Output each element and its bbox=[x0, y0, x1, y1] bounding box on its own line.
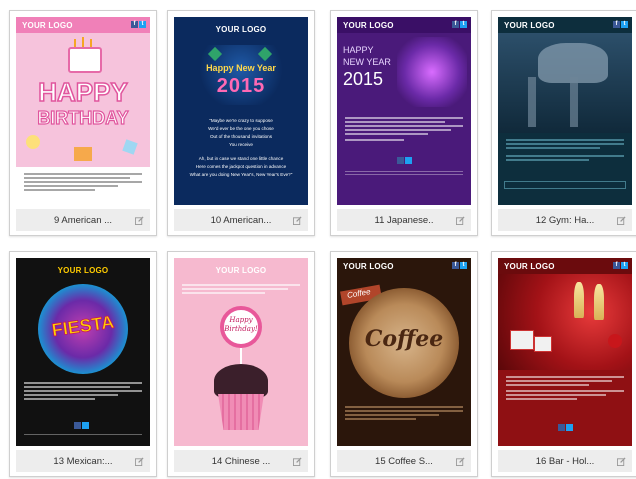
art-subtitle: 2015 bbox=[216, 75, 266, 97]
template-caption: 16 Bar - Hol... bbox=[498, 450, 632, 472]
logo-text: YOUR LOGO bbox=[22, 21, 73, 30]
poem-line: Here comes the jackpot question in advan… bbox=[195, 164, 287, 169]
twitter-icon: t bbox=[460, 262, 467, 269]
social-icons: ft bbox=[452, 21, 467, 28]
twitter-icon: t bbox=[621, 21, 628, 28]
template-card[interactable]: YOUR LOGO ft 12 Gym: Ha... bbox=[491, 10, 636, 236]
logo-text: YOUR LOGO bbox=[504, 262, 555, 271]
poem-line: "Maybe we're crazy to suppose bbox=[209, 118, 273, 123]
social-icons: ft bbox=[613, 262, 628, 269]
social-icons: ft bbox=[131, 21, 146, 28]
poem-line: You receive bbox=[229, 142, 253, 147]
twitter-icon: t bbox=[460, 21, 467, 28]
holiday-image bbox=[498, 274, 632, 370]
template-caption: 14 Chinese ... bbox=[174, 450, 308, 472]
logo-text: YOUR LOGO bbox=[215, 25, 267, 34]
art-title: NEW YEAR bbox=[343, 57, 391, 67]
edit-icon[interactable] bbox=[617, 216, 626, 225]
template-caption: 13 Mexican:... bbox=[16, 450, 150, 472]
poem-line: We'd ever be the one you chose bbox=[208, 126, 274, 131]
template-thumbnail[interactable]: YOUR LOGO FIESTA bbox=[16, 258, 150, 446]
twitter-icon: t bbox=[139, 21, 146, 28]
template-thumbnail[interactable]: YOUR LOGO ft HAPPY BIRTHDAY bbox=[16, 17, 150, 205]
template-caption: 9 American ... bbox=[16, 209, 150, 231]
template-card[interactable]: YOUR LOGO ft HAPPY NEW YEAR 2015 11 Japa… bbox=[330, 10, 478, 236]
facebook-icon: f bbox=[613, 262, 620, 269]
template-caption: 10 American... bbox=[174, 209, 308, 231]
facebook-icon: f bbox=[613, 21, 620, 28]
art-subtitle: Birthday! bbox=[224, 325, 258, 333]
template-caption: 11 Japanese.. bbox=[337, 209, 471, 231]
poem-line: What are you doing New Year's, New Year'… bbox=[189, 172, 293, 177]
art-title: Coffee bbox=[364, 326, 444, 352]
template-caption: 15 Coffee S... bbox=[337, 450, 471, 472]
template-thumbnail[interactable]: YOUR LOGO Happy Birthday! bbox=[174, 258, 308, 446]
poem-line: Ah, but in case we stand one little chan… bbox=[198, 156, 284, 161]
template-caption: 12 Gym: Ha... bbox=[498, 209, 632, 231]
edit-icon[interactable] bbox=[293, 457, 302, 466]
art-subtitle: BIRTHDAY bbox=[37, 108, 130, 128]
edit-icon[interactable] bbox=[456, 216, 465, 225]
facebook-icon: f bbox=[131, 21, 138, 28]
edit-icon[interactable] bbox=[135, 216, 144, 225]
edit-icon[interactable] bbox=[293, 216, 302, 225]
template-card[interactable]: YOUR LOGO Happy New Year 2015 "Maybe we'… bbox=[167, 10, 315, 236]
twitter-icon: t bbox=[621, 262, 628, 269]
art-title: HAPPY bbox=[37, 77, 128, 107]
template-thumbnail[interactable]: YOUR LOGO ft Coffee Coffee bbox=[337, 258, 471, 446]
edit-icon[interactable] bbox=[135, 457, 144, 466]
facebook-icon: f bbox=[452, 21, 459, 28]
template-thumbnail[interactable]: YOUR LOGO Happy New Year 2015 "Maybe we'… bbox=[174, 17, 308, 205]
cupcake-icon bbox=[214, 364, 268, 398]
logo-text: YOUR LOGO bbox=[57, 266, 109, 275]
template-card[interactable]: YOUR LOGO ft Coffee Coffee 15 Coffee S..… bbox=[330, 251, 478, 477]
template-card[interactable]: YOUR LOGO FIESTA 13 Mexican:... bbox=[9, 251, 157, 477]
logo-text: YOUR LOGO bbox=[215, 266, 267, 275]
logo-text: YOUR LOGO bbox=[343, 21, 394, 30]
art-title: Happy bbox=[229, 316, 253, 324]
template-thumbnail[interactable]: YOUR LOGO ft bbox=[498, 258, 632, 446]
logo-text: YOUR LOGO bbox=[504, 21, 555, 30]
template-thumbnail[interactable]: YOUR LOGO ft bbox=[498, 17, 632, 205]
edit-icon[interactable] bbox=[617, 457, 626, 466]
social-icons: ft bbox=[452, 262, 467, 269]
template-card[interactable]: YOUR LOGO ft HAPPY BIRTHDAY 9 American .… bbox=[9, 10, 157, 236]
template-thumbnail[interactable]: YOUR LOGO ft HAPPY NEW YEAR 2015 bbox=[337, 17, 471, 205]
template-card[interactable]: YOUR LOGO Happy Birthday! 14 Chinese ... bbox=[167, 251, 315, 477]
facebook-icon: f bbox=[452, 262, 459, 269]
template-card[interactable]: YOUR LOGO ft 16 Bar - Hol... bbox=[491, 251, 636, 477]
art-title: Happy New Year bbox=[206, 63, 276, 73]
logo-text: YOUR LOGO bbox=[343, 262, 394, 271]
art-year: 2015 bbox=[343, 69, 384, 89]
poem-line: Out of the thousand invitations bbox=[209, 134, 273, 139]
edit-icon[interactable] bbox=[456, 457, 465, 466]
art-title: HAPPY bbox=[343, 45, 374, 55]
cake-icon bbox=[68, 47, 102, 73]
social-icons: ft bbox=[613, 21, 628, 28]
